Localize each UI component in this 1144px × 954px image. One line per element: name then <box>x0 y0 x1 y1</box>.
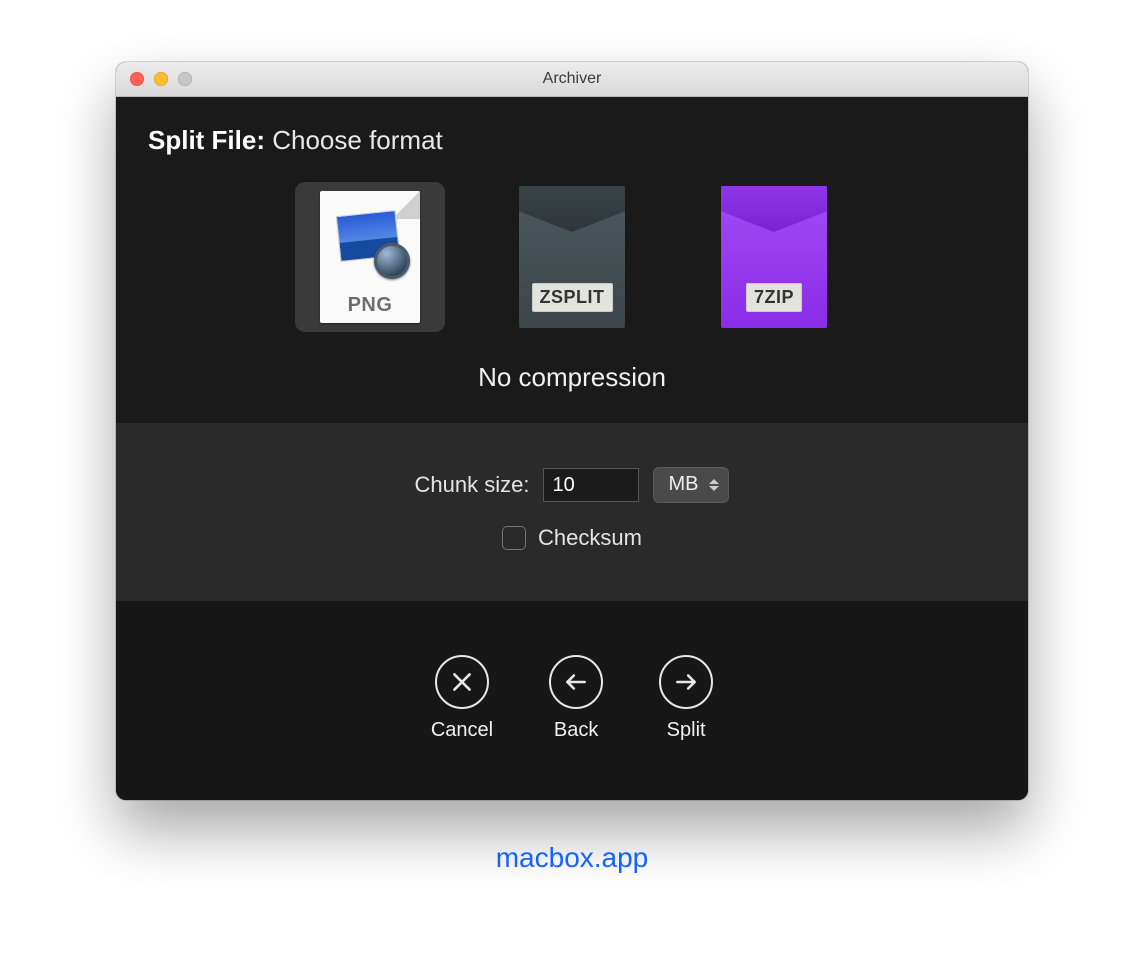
back-label: Back <box>554 719 598 742</box>
close-icon <box>449 669 475 695</box>
chunk-unit-value: MB <box>668 473 698 495</box>
compression-label: No compression <box>148 362 996 393</box>
format-option-7zip[interactable]: 7ZIP <box>699 182 849 332</box>
cancel-button[interactable]: Cancel <box>431 655 493 742</box>
window-close-button[interactable] <box>130 72 144 86</box>
back-button[interactable]: Back <box>549 655 603 742</box>
format-options: PNG ZSPLIT 7ZIP <box>148 182 996 332</box>
arrow-left-icon <box>563 669 589 695</box>
split-button[interactable]: Split <box>659 655 713 742</box>
zsplit-envelope-icon: ZSPLIT <box>519 186 625 328</box>
heading-prefix: Split File: <box>148 125 265 155</box>
format-option-png[interactable]: PNG <box>295 182 445 332</box>
split-label: Split <box>667 719 706 742</box>
action-bar: Cancel Back Split <box>116 601 1028 800</box>
chunk-size-label: Chunk size: <box>415 472 530 498</box>
chunk-size-input[interactable] <box>543 468 639 502</box>
format-label: PNG <box>348 294 393 317</box>
app-window: Archiver Split File: Choose format PNG <box>116 62 1028 800</box>
select-arrows-icon <box>708 479 720 491</box>
7zip-envelope-icon: 7ZIP <box>721 186 827 328</box>
format-label: 7ZIP <box>746 283 802 312</box>
arrow-right-icon <box>673 669 699 695</box>
watermark-link[interactable]: macbox.app <box>496 842 649 874</box>
format-label: ZSPLIT <box>532 283 613 312</box>
titlebar: Archiver <box>116 62 1028 97</box>
chunk-section: Chunk size: MB Checksum <box>116 423 1028 601</box>
checksum-checkbox[interactable] <box>502 526 526 550</box>
window-zoom-button[interactable] <box>178 72 192 86</box>
window-title: Archiver <box>543 70 602 88</box>
chunk-unit-select[interactable]: MB <box>653 467 729 503</box>
window-minimize-button[interactable] <box>154 72 168 86</box>
heading-subtitle: Choose format <box>272 125 443 155</box>
format-section: Split File: Choose format PNG ZSPLIT <box>116 97 1028 423</box>
png-file-icon: PNG <box>320 191 420 323</box>
checksum-label: Checksum <box>538 525 642 551</box>
cancel-label: Cancel <box>431 719 493 742</box>
format-option-zsplit[interactable]: ZSPLIT <box>497 182 647 332</box>
page-heading: Split File: Choose format <box>148 125 996 156</box>
